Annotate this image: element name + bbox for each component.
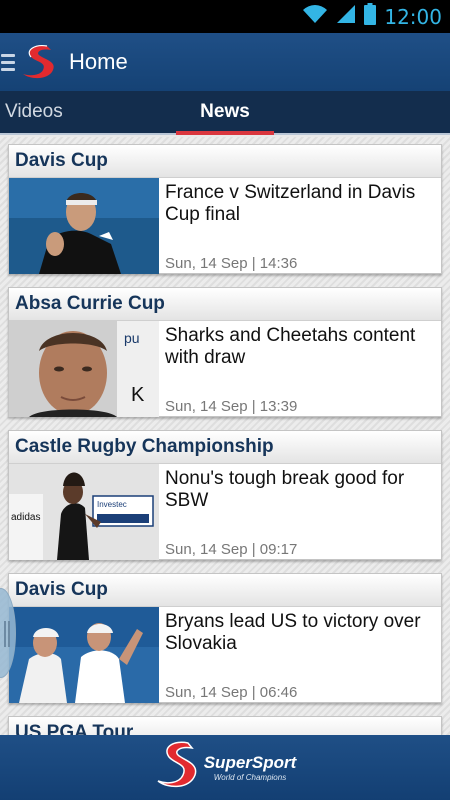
article-timestamp: Sun, 14 Sep | 14:36 — [165, 255, 298, 272]
battery-icon — [364, 3, 377, 30]
article-thumbnail: pu K — [9, 321, 159, 417]
news-card[interactable]: Castle Rugby Championship adidas Investe… — [8, 430, 442, 560]
card-category: Absa Currie Cup — [9, 288, 441, 321]
article-thumbnail: adidas Investec — [9, 464, 159, 560]
status-time: 12:00 — [384, 4, 442, 29]
tab-news-label: News — [200, 101, 250, 122]
article-timestamp: Sun, 14 Sep | 13:39 — [165, 398, 298, 415]
article-headline: Bryans lead US to victory over Slovakia — [165, 611, 421, 654]
news-card[interactable]: US PGA Tour — [8, 716, 442, 735]
tab-bar: Videos News — [0, 91, 450, 135]
article-thumbnail — [9, 607, 159, 703]
wifi-icon — [302, 4, 328, 29]
card-category: US PGA Tour — [9, 717, 441, 735]
card-category: Davis Cup — [9, 574, 441, 607]
svg-text:pu: pu — [124, 330, 140, 346]
article-timestamp: Sun, 14 Sep | 09:17 — [165, 541, 298, 558]
article-headline: Nonu's tough break good for SBW — [165, 468, 405, 511]
supersport-brand[interactable]: SuperSport World of Champions — [154, 739, 297, 796]
news-card[interactable]: Absa Currie Cup pu K Sharks and Cheetahs — [8, 287, 442, 417]
page-title: Home — [69, 49, 128, 74]
brand-tagline: World of Champions — [213, 773, 287, 782]
tab-videos-label: Videos — [5, 101, 63, 122]
article-thumbnail — [9, 178, 159, 274]
supersport-logo-icon — [154, 739, 202, 796]
svg-text:adidas: adidas — [11, 512, 40, 523]
card-category: Castle Rugby Championship — [9, 431, 441, 464]
signal-icon — [336, 4, 356, 29]
article-timestamp: Sun, 14 Sep | 06:46 — [165, 684, 298, 701]
status-bar: 12:00 — [0, 0, 450, 33]
article-headline: Sharks and Cheetahs content with draw — [165, 325, 416, 368]
article-headline: France v Switzerland in Davis Cup final — [165, 182, 416, 225]
brand-name: SuperSport — [203, 753, 297, 772]
news-card[interactable]: Davis Cup France v Switzerland in Davis … — [8, 144, 442, 274]
action-bar: Home — [0, 33, 450, 91]
news-feed[interactable]: Davis Cup France v Switzerland in Davis … — [0, 137, 450, 735]
menu-icon[interactable] — [1, 53, 15, 71]
card-category: Davis Cup — [9, 145, 441, 178]
tab-selected-indicator — [176, 131, 274, 135]
svg-text:Investec: Investec — [97, 500, 127, 509]
supersport-logo[interactable] — [17, 42, 63, 82]
news-card[interactable]: Davis Cup Bryans lead US to victory over… — [8, 573, 442, 703]
tab-news[interactable]: News — [176, 91, 274, 135]
footer-banner: SuperSport World of Champions — [0, 735, 450, 800]
svg-text:K: K — [131, 384, 145, 406]
tab-videos[interactable]: Videos — [0, 91, 100, 133]
